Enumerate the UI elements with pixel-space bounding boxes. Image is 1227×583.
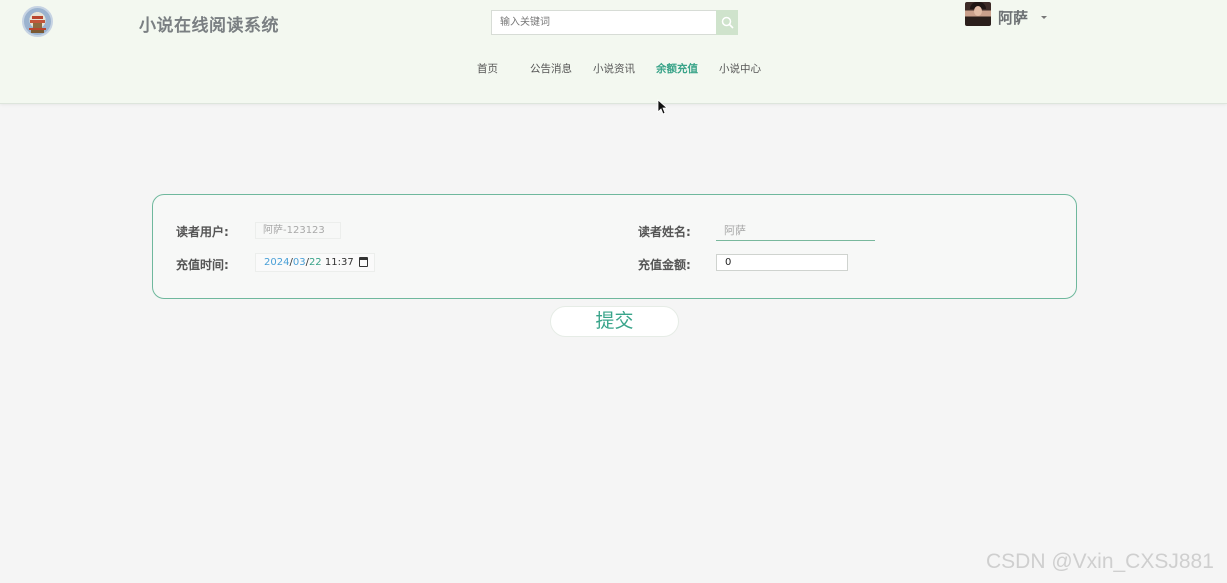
date-time: 11:37 [324, 257, 354, 268]
logo-icon[interactable] [22, 6, 53, 37]
reader-account-label: 读者用户: [176, 225, 229, 239]
nav-item-home[interactable]: 首页 [477, 61, 498, 76]
reader-account-field[interactable]: 阿萨-123123 [255, 222, 341, 239]
search-input[interactable] [491, 10, 716, 35]
reader-name-label: 读者姓名: [638, 225, 691, 239]
recharge-amount-label: 充值金额: [638, 258, 691, 272]
chevron-down-icon[interactable] [1041, 16, 1047, 19]
mouse-cursor-icon [657, 99, 667, 115]
search-button[interactable] [716, 10, 738, 35]
date-month: 03 [292, 257, 306, 268]
recharge-time-field[interactable]: 2024/03/22 11:37 [255, 253, 375, 272]
submit-button[interactable]: 提交 [550, 306, 679, 337]
calendar-icon[interactable] [359, 257, 368, 267]
nav-item-novel-center[interactable]: 小说中心 [719, 61, 761, 76]
date-day: 22 [308, 257, 322, 268]
top-header: 小说在线阅读系统 阿萨 首页 公告消息 小说资讯 余额充值 小说中心 [0, 0, 1227, 104]
recharge-time-label: 充值时间: [176, 258, 229, 272]
avatar[interactable] [965, 2, 991, 26]
app-title: 小说在线阅读系统 [139, 16, 279, 36]
reader-name-field[interactable]: 阿萨 [716, 221, 875, 241]
search-icon [721, 16, 734, 29]
recharge-form-card [152, 194, 1077, 299]
nav-item-announcements[interactable]: 公告消息 [530, 61, 572, 76]
nav-item-balance-recharge[interactable]: 余额充值 [656, 61, 698, 76]
watermark: CSDN @Vxin_CXSJ881 [986, 550, 1214, 573]
username[interactable]: 阿萨 [998, 7, 1028, 28]
recharge-amount-input[interactable]: 0 [716, 254, 848, 271]
date-year: 2024 [264, 257, 290, 268]
nav-item-novel-news[interactable]: 小说资讯 [593, 61, 635, 76]
